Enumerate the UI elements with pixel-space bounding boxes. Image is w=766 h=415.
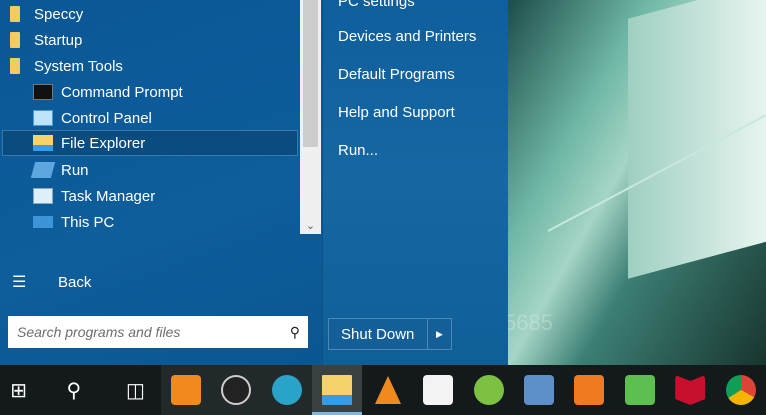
task-manager-icon	[33, 188, 53, 204]
media-player-icon	[574, 375, 605, 405]
taskbar-file-explorer[interactable]	[311, 365, 363, 415]
keyboard-icon	[523, 375, 554, 405]
menu-pc-settings[interactable]: PC settings	[338, 0, 415, 10]
spreadsheet-icon	[624, 375, 655, 405]
taskbar-media-player[interactable]	[564, 365, 614, 415]
search-button[interactable]: ⚲	[37, 365, 110, 415]
shutdown-options-arrow-icon[interactable]: ▶	[427, 319, 451, 349]
item-this-pc[interactable]: This PC	[2, 209, 298, 235]
greenshot-icon	[473, 375, 504, 405]
mcafee-icon	[675, 375, 706, 405]
folder-icon	[10, 32, 20, 48]
item-label: This PC	[61, 213, 115, 231]
item-label: Task Manager	[61, 187, 156, 205]
taskbar-obs[interactable]	[211, 365, 262, 415]
chrome-icon	[725, 375, 756, 405]
blue-circle-icon	[271, 375, 302, 405]
folder-system-tools[interactable]: System Tools	[2, 53, 298, 79]
file-explorer-icon	[322, 375, 353, 405]
clock-app-icon	[170, 375, 201, 405]
task-view-button[interactable]: ◫	[110, 365, 160, 415]
taskbar-clock-app[interactable]	[160, 365, 212, 415]
item-run[interactable]: Run	[2, 157, 298, 183]
menu-run[interactable]: Run...	[338, 142, 378, 159]
file-explorer-icon	[33, 135, 53, 151]
item-label: Speccy	[34, 5, 84, 23]
wallpaper-building	[628, 0, 766, 279]
taskbar-keyboard[interactable]	[514, 365, 564, 415]
store-icon	[423, 375, 454, 405]
back-button[interactable]: ☰ Back	[0, 268, 300, 296]
taskbar-chrome[interactable]	[715, 365, 765, 415]
computer-icon	[33, 216, 53, 228]
item-label: System Tools	[34, 57, 123, 75]
obs-icon	[221, 375, 252, 405]
vlc-icon	[374, 376, 401, 404]
programs-panel: Speccy Startup System Tools Command Prom…	[0, 0, 322, 365]
taskbar-mcafee[interactable]	[665, 365, 715, 415]
taskbar-vlc[interactable]	[362, 365, 412, 415]
item-label: Startup	[34, 31, 83, 49]
scroll-down-arrow-icon[interactable]: ⌄	[300, 219, 321, 232]
windows-icon: ⊞	[10, 379, 28, 402]
item-file-explorer[interactable]: File Explorer	[2, 130, 298, 156]
back-label: Back	[58, 273, 92, 291]
search-icon[interactable]: ⚲	[290, 324, 300, 341]
taskbar-store[interactable]	[413, 365, 463, 415]
folder-icon	[10, 6, 20, 22]
run-icon	[30, 162, 56, 178]
taskbar-greenshot[interactable]	[463, 365, 513, 415]
item-label: Run	[61, 161, 89, 179]
item-label: File Explorer	[61, 134, 146, 152]
taskbar: ⊞ ⚲ ◫	[0, 365, 766, 415]
menu-default-programs[interactable]: Default Programs	[338, 66, 455, 83]
folder-startup[interactable]: Startup	[2, 27, 298, 53]
search-placeholder: Search programs and files	[17, 324, 181, 340]
item-command-prompt[interactable]: Command Prompt	[2, 79, 298, 105]
scrollbar-thumb[interactable]	[303, 0, 318, 147]
folder-speccy[interactable]: Speccy	[2, 1, 298, 27]
taskbar-spreadsheet[interactable]	[615, 365, 665, 415]
menu-devices-and-printers[interactable]: Devices and Printers	[338, 28, 476, 45]
start-button[interactable]: ⊞	[0, 365, 37, 415]
list-icon: ☰	[12, 274, 27, 291]
wallpaper: 5685	[508, 0, 766, 365]
shutdown-label: Shut Down	[341, 325, 415, 343]
item-control-panel[interactable]: Control Panel	[2, 105, 298, 131]
shutdown-button[interactable]: Shut Down ▶	[328, 318, 452, 350]
search-input[interactable]: Search programs and files ⚲	[8, 316, 308, 348]
item-label: Control Panel	[61, 109, 152, 127]
item-task-manager[interactable]: Task Manager	[2, 183, 298, 209]
scrollbar[interactable]: ⌄	[300, 0, 321, 234]
menu-help-and-support[interactable]: Help and Support	[338, 104, 455, 121]
wallpaper-text: 5685	[508, 310, 553, 335]
item-label: Command Prompt	[61, 83, 183, 101]
right-menu	[322, 0, 508, 365]
control-panel-icon	[33, 110, 53, 126]
task-view-icon: ◫	[125, 379, 145, 402]
folder-icon	[10, 58, 20, 74]
search-icon: ⚲	[66, 379, 82, 402]
taskbar-blue-app[interactable]	[261, 365, 312, 415]
command-prompt-icon	[33, 84, 53, 100]
